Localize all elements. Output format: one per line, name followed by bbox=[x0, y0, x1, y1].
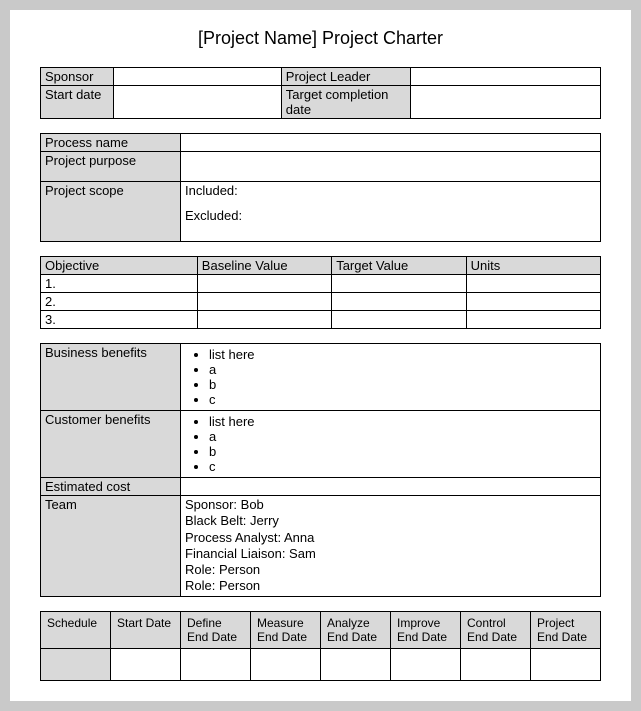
schedule-cell[interactable] bbox=[181, 648, 251, 680]
estimated-cost-value[interactable] bbox=[181, 478, 601, 496]
list-item: b bbox=[209, 377, 596, 392]
business-benefits-label: Business benefits bbox=[41, 344, 181, 411]
objective-baseline[interactable] bbox=[197, 293, 331, 311]
start-date-label: Start date bbox=[41, 86, 114, 119]
list-item: a bbox=[209, 429, 596, 444]
process-name-value[interactable] bbox=[181, 134, 601, 152]
team-line: Process Analyst: Anna bbox=[185, 530, 596, 546]
objective-row: 3. bbox=[41, 311, 601, 329]
objective-num[interactable]: 2. bbox=[41, 293, 198, 311]
process-table: Process name Project purpose Project sco… bbox=[40, 133, 601, 242]
team-label: Team bbox=[41, 496, 181, 597]
schedule-header: Project End Date bbox=[531, 611, 601, 648]
list-item: c bbox=[209, 392, 596, 407]
objective-row: 2. bbox=[41, 293, 601, 311]
team-line: Financial Liaison: Sam bbox=[185, 546, 596, 562]
scope-included-label: Included: bbox=[185, 183, 596, 198]
schedule-cell[interactable] bbox=[251, 648, 321, 680]
objective-units[interactable] bbox=[466, 275, 600, 293]
objective-header: Objective bbox=[41, 257, 198, 275]
page-title: [Project Name] Project Charter bbox=[40, 28, 601, 49]
objective-target[interactable] bbox=[332, 275, 466, 293]
objective-baseline[interactable] bbox=[197, 275, 331, 293]
schedule-cell[interactable] bbox=[321, 648, 391, 680]
units-header: Units bbox=[466, 257, 600, 275]
start-date-value[interactable] bbox=[113, 86, 281, 119]
business-benefits-value[interactable]: list here a b c bbox=[181, 344, 601, 411]
target-date-label: Target completion date bbox=[281, 86, 410, 119]
schedule-header: Start Date bbox=[111, 611, 181, 648]
team-line: Black Belt: Jerry bbox=[185, 513, 596, 529]
estimated-cost-label: Estimated cost bbox=[41, 478, 181, 496]
scope-excluded-label: Excluded: bbox=[185, 208, 596, 223]
objective-row: 1. bbox=[41, 275, 601, 293]
schedule-cell[interactable] bbox=[461, 648, 531, 680]
list-item: list here bbox=[209, 347, 596, 362]
objective-units[interactable] bbox=[466, 293, 600, 311]
header-table: Sponsor Project Leader Start date Target… bbox=[40, 67, 601, 119]
list-item: c bbox=[209, 459, 596, 474]
schedule-header: Measure End Date bbox=[251, 611, 321, 648]
leader-value[interactable] bbox=[410, 68, 600, 86]
objective-num[interactable]: 1. bbox=[41, 275, 198, 293]
list-item: list here bbox=[209, 414, 596, 429]
schedule-header: Control End Date bbox=[461, 611, 531, 648]
objective-num[interactable]: 3. bbox=[41, 311, 198, 329]
team-line: Role: Person bbox=[185, 562, 596, 578]
leader-label: Project Leader bbox=[281, 68, 410, 86]
sponsor-label: Sponsor bbox=[41, 68, 114, 86]
list-item: a bbox=[209, 362, 596, 377]
schedule-header: Analyze End Date bbox=[321, 611, 391, 648]
project-scope-label: Project scope bbox=[41, 182, 181, 242]
schedule-header: Improve End Date bbox=[391, 611, 461, 648]
team-line: Role: Person bbox=[185, 578, 596, 594]
sponsor-value[interactable] bbox=[113, 68, 281, 86]
project-charter-page: [Project Name] Project Charter Sponsor P… bbox=[10, 10, 631, 701]
list-item: b bbox=[209, 444, 596, 459]
target-header: Target Value bbox=[332, 257, 466, 275]
baseline-header: Baseline Value bbox=[197, 257, 331, 275]
schedule-header: Define End Date bbox=[181, 611, 251, 648]
objective-target[interactable] bbox=[332, 293, 466, 311]
project-purpose-value[interactable] bbox=[181, 152, 601, 182]
project-scope-value[interactable]: Included: Excluded: bbox=[181, 182, 601, 242]
target-date-value[interactable] bbox=[410, 86, 600, 119]
benefits-table: Business benefits list here a b c Custom… bbox=[40, 343, 601, 597]
schedule-table: Schedule Start Date Define End Date Meas… bbox=[40, 611, 601, 681]
project-purpose-label: Project purpose bbox=[41, 152, 181, 182]
objective-units[interactable] bbox=[466, 311, 600, 329]
objective-target[interactable] bbox=[332, 311, 466, 329]
schedule-cell[interactable] bbox=[531, 648, 601, 680]
customer-benefits-label: Customer benefits bbox=[41, 411, 181, 478]
schedule-cell[interactable] bbox=[41, 648, 111, 680]
team-value[interactable]: Sponsor: Bob Black Belt: Jerry Process A… bbox=[181, 496, 601, 597]
team-line: Sponsor: Bob bbox=[185, 497, 596, 513]
customer-benefits-value[interactable]: list here a b c bbox=[181, 411, 601, 478]
schedule-cell[interactable] bbox=[111, 648, 181, 680]
schedule-cell[interactable] bbox=[391, 648, 461, 680]
schedule-header: Schedule bbox=[41, 611, 111, 648]
objectives-table: Objective Baseline Value Target Value Un… bbox=[40, 256, 601, 329]
objective-baseline[interactable] bbox=[197, 311, 331, 329]
process-name-label: Process name bbox=[41, 134, 181, 152]
